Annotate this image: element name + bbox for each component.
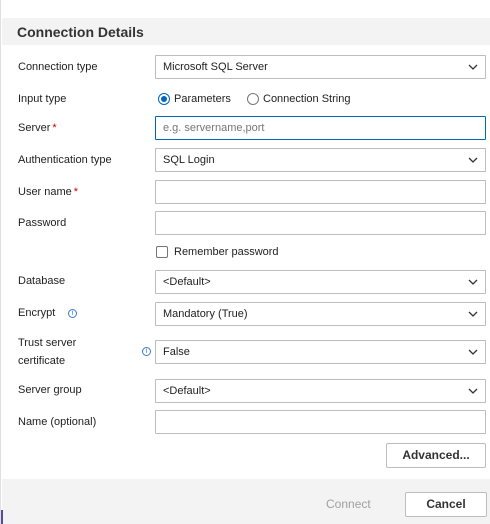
chevron-down-icon — [468, 349, 478, 355]
info-icon[interactable]: i — [68, 309, 77, 318]
server-group-value: <Default> — [163, 385, 211, 397]
chevron-down-icon — [468, 157, 478, 163]
advanced-button[interactable]: Advanced... — [386, 443, 486, 468]
server-label: Server * — [18, 122, 57, 134]
auth-type-select[interactable]: SQL Login — [155, 148, 486, 172]
trust-server-label-line2: certificate — [18, 355, 66, 367]
dialog-title: Connection Details — [17, 24, 144, 40]
server-input[interactable]: e.g. servername,port — [155, 116, 486, 140]
connection-type-value: Microsoft SQL Server — [163, 61, 268, 73]
encrypt-label: Encrypt — [18, 307, 56, 319]
database-select[interactable]: <Default> — [155, 270, 486, 294]
connection-type-select[interactable]: Microsoft SQL Server — [155, 55, 486, 79]
user-name-label-text: User name — [18, 186, 72, 198]
server-group-select[interactable]: <Default> — [155, 379, 486, 403]
name-optional-input[interactable] — [155, 410, 486, 434]
parameters-radio-label[interactable]: Parameters — [174, 93, 231, 105]
database-value: <Default> — [163, 276, 211, 288]
connection-type-label: Connection type — [18, 61, 98, 73]
user-name-input[interactable] — [155, 180, 486, 204]
connect-button[interactable]: Connect — [326, 497, 371, 511]
required-marker: * — [73, 186, 79, 198]
chevron-down-icon — [468, 64, 478, 70]
server-placeholder: e.g. servername,port — [163, 122, 265, 134]
trust-server-certificate-select[interactable]: False — [155, 340, 486, 364]
auth-type-label: Authentication type — [18, 154, 112, 166]
trust-server-certificate-value: False — [163, 346, 190, 358]
database-label: Database — [18, 275, 66, 287]
input-type-label: Input type — [18, 93, 67, 105]
chevron-down-icon — [468, 311, 478, 317]
trust-server-label-line1: Trust server — [18, 337, 77, 349]
user-name-label: User name * — [18, 186, 78, 198]
info-icon[interactable]: i — [142, 347, 151, 356]
connection-dialog: Connection Details Connection type Micro… — [0, 0, 490, 524]
required-marker: * — [52, 122, 57, 134]
cancel-button[interactable]: Cancel — [405, 492, 487, 517]
server-group-label: Server group — [18, 384, 82, 396]
parameters-radio[interactable] — [158, 93, 170, 105]
auth-type-value: SQL Login — [163, 154, 215, 166]
password-label: Password — [18, 217, 67, 229]
name-optional-label: Name (optional) — [18, 416, 97, 428]
password-input[interactable] — [155, 211, 486, 235]
remember-password-checkbox[interactable] — [156, 246, 168, 258]
connection-string-radio-label[interactable]: Connection String — [263, 93, 350, 105]
chevron-down-icon — [468, 388, 478, 394]
encrypt-value: Mandatory (True) — [163, 308, 248, 320]
server-label-text: Server — [18, 122, 51, 134]
remember-password-label[interactable]: Remember password — [174, 246, 279, 258]
connection-string-radio[interactable] — [247, 93, 259, 105]
encrypt-select[interactable]: Mandatory (True) — [155, 302, 486, 326]
chevron-down-icon — [468, 279, 478, 285]
accent-bar — [1, 510, 3, 524]
